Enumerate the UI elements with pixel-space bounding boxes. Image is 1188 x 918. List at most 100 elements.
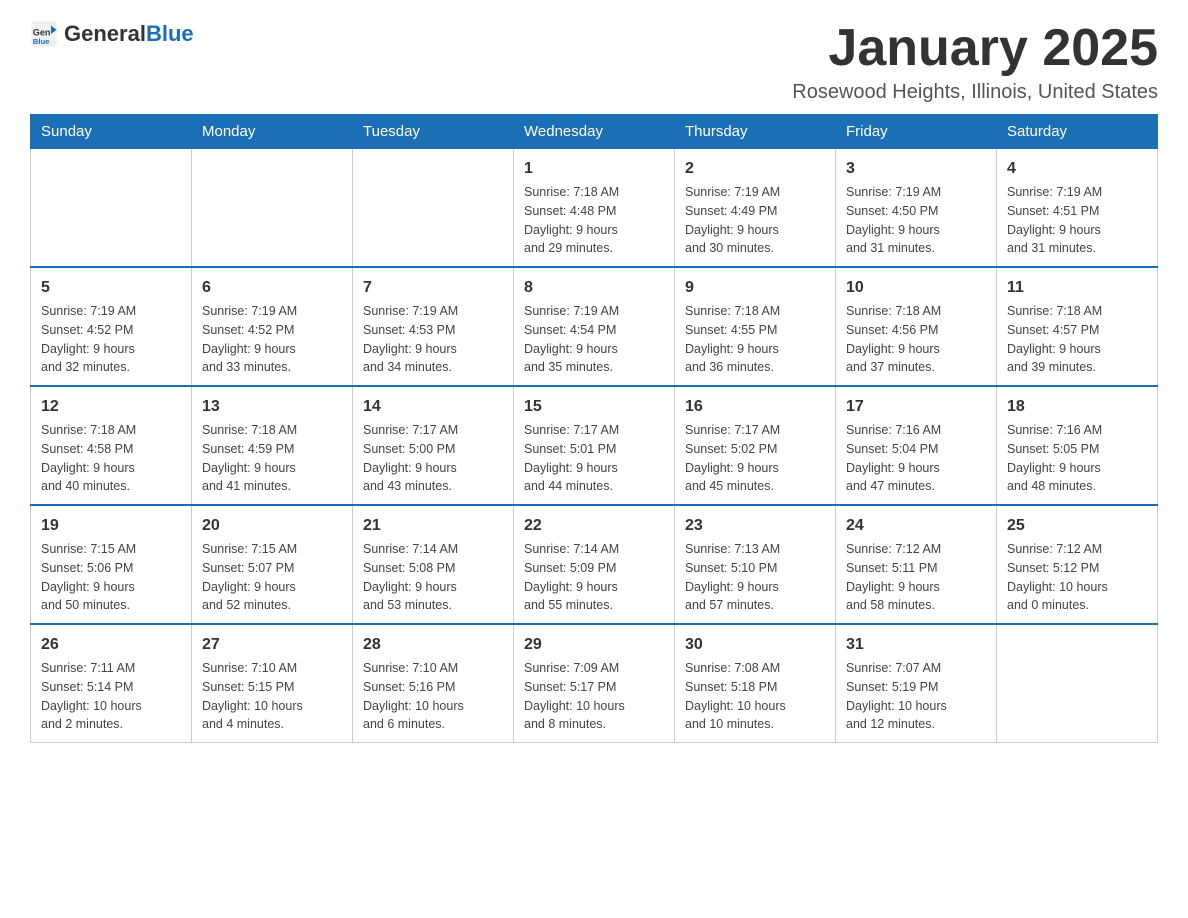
calendar-week-row: 5Sunrise: 7:19 AMSunset: 4:52 PMDaylight…	[31, 267, 1158, 386]
day-number: 24	[846, 514, 986, 538]
day-number: 11	[1007, 276, 1147, 300]
day-number: 16	[685, 395, 825, 419]
day-info: Sunrise: 7:13 AMSunset: 5:10 PMDaylight:…	[685, 540, 825, 615]
day-info: Sunrise: 7:10 AMSunset: 5:16 PMDaylight:…	[363, 659, 503, 734]
day-number: 26	[41, 633, 181, 657]
weekday-header-tuesday: Tuesday	[353, 115, 514, 149]
page-header: Gen Blue GeneralBlue January 2025 Rosewo…	[30, 20, 1158, 104]
calendar-cell: 2Sunrise: 7:19 AMSunset: 4:49 PMDaylight…	[675, 149, 836, 268]
day-info: Sunrise: 7:08 AMSunset: 5:18 PMDaylight:…	[685, 659, 825, 734]
calendar-cell: 13Sunrise: 7:18 AMSunset: 4:59 PMDayligh…	[192, 386, 353, 505]
calendar-cell: 25Sunrise: 7:12 AMSunset: 5:12 PMDayligh…	[997, 505, 1158, 624]
calendar-cell: 21Sunrise: 7:14 AMSunset: 5:08 PMDayligh…	[353, 505, 514, 624]
day-number: 21	[363, 514, 503, 538]
day-number: 22	[524, 514, 664, 538]
calendar-cell: 24Sunrise: 7:12 AMSunset: 5:11 PMDayligh…	[836, 505, 997, 624]
calendar-cell	[353, 149, 514, 268]
day-info: Sunrise: 7:18 AMSunset: 4:55 PMDaylight:…	[685, 302, 825, 377]
day-info: Sunrise: 7:16 AMSunset: 5:04 PMDaylight:…	[846, 421, 986, 496]
weekday-header-friday: Friday	[836, 115, 997, 149]
logo: Gen Blue GeneralBlue	[30, 20, 194, 48]
day-info: Sunrise: 7:14 AMSunset: 5:08 PMDaylight:…	[363, 540, 503, 615]
calendar-table: SundayMondayTuesdayWednesdayThursdayFrid…	[30, 114, 1158, 743]
day-number: 30	[685, 633, 825, 657]
day-info: Sunrise: 7:19 AMSunset: 4:49 PMDaylight:…	[685, 183, 825, 258]
calendar-cell	[192, 149, 353, 268]
day-number: 5	[41, 276, 181, 300]
calendar-cell: 28Sunrise: 7:10 AMSunset: 5:16 PMDayligh…	[353, 624, 514, 743]
day-info: Sunrise: 7:12 AMSunset: 5:11 PMDaylight:…	[846, 540, 986, 615]
day-info: Sunrise: 7:18 AMSunset: 4:56 PMDaylight:…	[846, 302, 986, 377]
day-info: Sunrise: 7:19 AMSunset: 4:52 PMDaylight:…	[202, 302, 342, 377]
day-info: Sunrise: 7:18 AMSunset: 4:58 PMDaylight:…	[41, 421, 181, 496]
day-number: 28	[363, 633, 503, 657]
day-number: 1	[524, 157, 664, 181]
weekday-header-wednesday: Wednesday	[514, 115, 675, 149]
day-number: 27	[202, 633, 342, 657]
day-info: Sunrise: 7:19 AMSunset: 4:50 PMDaylight:…	[846, 183, 986, 258]
calendar-cell: 22Sunrise: 7:14 AMSunset: 5:09 PMDayligh…	[514, 505, 675, 624]
day-number: 8	[524, 276, 664, 300]
day-info: Sunrise: 7:16 AMSunset: 5:05 PMDaylight:…	[1007, 421, 1147, 496]
day-number: 12	[41, 395, 181, 419]
svg-text:Gen: Gen	[33, 27, 51, 37]
day-number: 31	[846, 633, 986, 657]
calendar-cell: 8Sunrise: 7:19 AMSunset: 4:54 PMDaylight…	[514, 267, 675, 386]
calendar-cell	[31, 149, 192, 268]
day-info: Sunrise: 7:19 AMSunset: 4:54 PMDaylight:…	[524, 302, 664, 377]
day-info: Sunrise: 7:18 AMSunset: 4:57 PMDaylight:…	[1007, 302, 1147, 377]
day-number: 7	[363, 276, 503, 300]
weekday-header-monday: Monday	[192, 115, 353, 149]
calendar-cell: 27Sunrise: 7:10 AMSunset: 5:15 PMDayligh…	[192, 624, 353, 743]
day-number: 15	[524, 395, 664, 419]
calendar-cell: 23Sunrise: 7:13 AMSunset: 5:10 PMDayligh…	[675, 505, 836, 624]
day-info: Sunrise: 7:17 AMSunset: 5:00 PMDaylight:…	[363, 421, 503, 496]
calendar-cell: 20Sunrise: 7:15 AMSunset: 5:07 PMDayligh…	[192, 505, 353, 624]
day-number: 18	[1007, 395, 1147, 419]
logo-text-blue: Blue	[146, 21, 194, 46]
logo-icon: Gen Blue	[30, 20, 58, 48]
calendar-cell: 26Sunrise: 7:11 AMSunset: 5:14 PMDayligh…	[31, 624, 192, 743]
day-number: 19	[41, 514, 181, 538]
calendar-cell: 30Sunrise: 7:08 AMSunset: 5:18 PMDayligh…	[675, 624, 836, 743]
weekday-header-thursday: Thursday	[675, 115, 836, 149]
day-info: Sunrise: 7:19 AMSunset: 4:53 PMDaylight:…	[363, 302, 503, 377]
weekday-header-sunday: Sunday	[31, 115, 192, 149]
day-info: Sunrise: 7:12 AMSunset: 5:12 PMDaylight:…	[1007, 540, 1147, 615]
calendar-cell: 29Sunrise: 7:09 AMSunset: 5:17 PMDayligh…	[514, 624, 675, 743]
calendar-cell	[997, 624, 1158, 743]
logo-text-general: General	[64, 21, 146, 46]
day-number: 10	[846, 276, 986, 300]
day-number: 23	[685, 514, 825, 538]
day-number: 29	[524, 633, 664, 657]
calendar-cell: 16Sunrise: 7:17 AMSunset: 5:02 PMDayligh…	[675, 386, 836, 505]
calendar-week-row: 19Sunrise: 7:15 AMSunset: 5:06 PMDayligh…	[31, 505, 1158, 624]
calendar-cell: 15Sunrise: 7:17 AMSunset: 5:01 PMDayligh…	[514, 386, 675, 505]
day-number: 13	[202, 395, 342, 419]
day-info: Sunrise: 7:14 AMSunset: 5:09 PMDaylight:…	[524, 540, 664, 615]
calendar-cell: 10Sunrise: 7:18 AMSunset: 4:56 PMDayligh…	[836, 267, 997, 386]
day-info: Sunrise: 7:11 AMSunset: 5:14 PMDaylight:…	[41, 659, 181, 734]
calendar-week-row: 1Sunrise: 7:18 AMSunset: 4:48 PMDaylight…	[31, 149, 1158, 268]
calendar-cell: 18Sunrise: 7:16 AMSunset: 5:05 PMDayligh…	[997, 386, 1158, 505]
calendar-cell: 14Sunrise: 7:17 AMSunset: 5:00 PMDayligh…	[353, 386, 514, 505]
calendar-cell: 1Sunrise: 7:18 AMSunset: 4:48 PMDaylight…	[514, 149, 675, 268]
calendar-cell: 17Sunrise: 7:16 AMSunset: 5:04 PMDayligh…	[836, 386, 997, 505]
calendar-cell: 31Sunrise: 7:07 AMSunset: 5:19 PMDayligh…	[836, 624, 997, 743]
calendar-subtitle: Rosewood Heights, Illinois, United State…	[792, 81, 1158, 104]
day-info: Sunrise: 7:19 AMSunset: 4:52 PMDaylight:…	[41, 302, 181, 377]
calendar-cell: 9Sunrise: 7:18 AMSunset: 4:55 PMDaylight…	[675, 267, 836, 386]
day-info: Sunrise: 7:17 AMSunset: 5:02 PMDaylight:…	[685, 421, 825, 496]
weekday-header-saturday: Saturday	[997, 115, 1158, 149]
calendar-cell: 6Sunrise: 7:19 AMSunset: 4:52 PMDaylight…	[192, 267, 353, 386]
svg-text:Blue: Blue	[33, 37, 50, 46]
day-number: 14	[363, 395, 503, 419]
title-block: January 2025 Rosewood Heights, Illinois,…	[792, 20, 1158, 104]
day-number: 3	[846, 157, 986, 181]
day-number: 6	[202, 276, 342, 300]
day-info: Sunrise: 7:18 AMSunset: 4:48 PMDaylight:…	[524, 183, 664, 258]
day-info: Sunrise: 7:19 AMSunset: 4:51 PMDaylight:…	[1007, 183, 1147, 258]
day-info: Sunrise: 7:07 AMSunset: 5:19 PMDaylight:…	[846, 659, 986, 734]
day-info: Sunrise: 7:15 AMSunset: 5:06 PMDaylight:…	[41, 540, 181, 615]
calendar-cell: 4Sunrise: 7:19 AMSunset: 4:51 PMDaylight…	[997, 149, 1158, 268]
